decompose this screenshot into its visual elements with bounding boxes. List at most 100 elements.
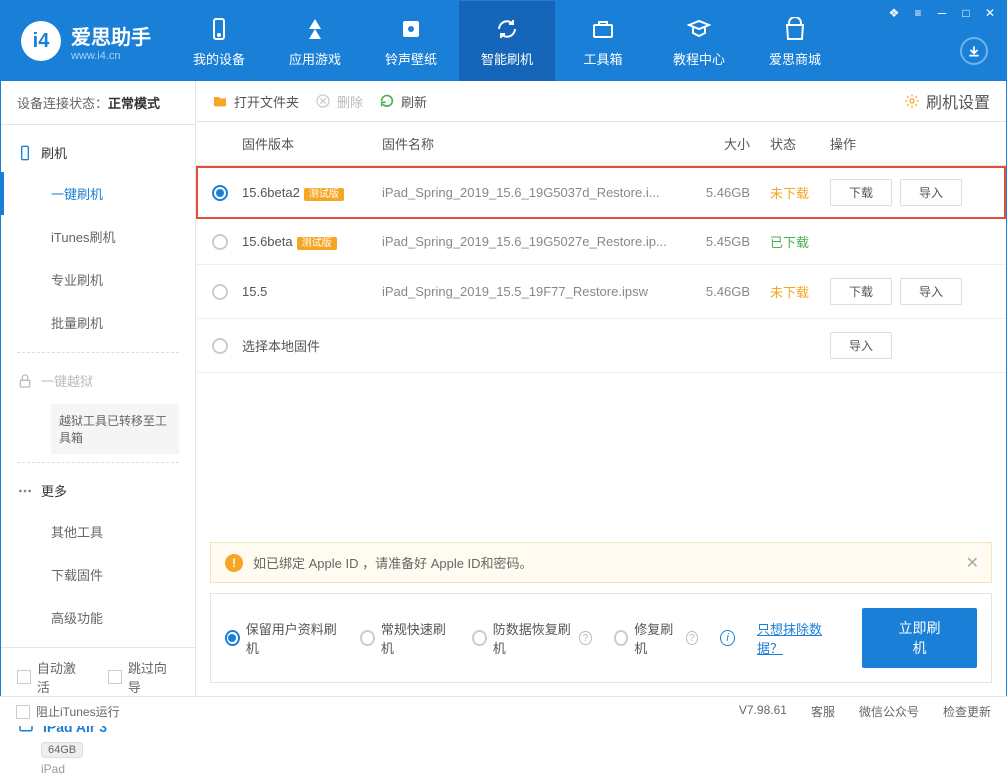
- download-button[interactable]: 下载: [830, 278, 892, 305]
- check-update-link[interactable]: 检查更新: [943, 703, 991, 720]
- info-icon[interactable]: i: [720, 630, 735, 646]
- import-button[interactable]: 导入: [900, 278, 962, 305]
- flash-settings-button[interactable]: 刷机设置: [904, 89, 990, 113]
- version-text: 15.5: [242, 284, 267, 299]
- import-button[interactable]: 导入: [830, 332, 892, 359]
- sidebar-item-pro-flash[interactable]: 专业刷机: [1, 258, 195, 301]
- nav-tab-tutorial[interactable]: 教程中心: [651, 1, 747, 81]
- table-header: 固件版本 固件名称 大小 状态 操作: [196, 122, 1006, 166]
- device-type: iPad: [41, 762, 179, 776]
- logo-icon: i4: [21, 21, 61, 61]
- firmware-name: iPad_Spring_2019_15.5_19F77_Restore.ipsw: [382, 284, 675, 299]
- status-text: 已下载: [750, 232, 830, 251]
- beta-badge: 测试版: [304, 188, 344, 201]
- support-link[interactable]: 客服: [811, 703, 835, 720]
- erase-data-link[interactable]: 只想抹除数据？: [757, 619, 840, 657]
- delete-button[interactable]: 删除: [315, 92, 363, 111]
- notice-close-button[interactable]: ✕: [966, 553, 979, 573]
- table-row[interactable]: 15.5 iPad_Spring_2019_15.5_19F77_Restore…: [196, 265, 1006, 319]
- nav-tab-flash[interactable]: 智能刷机: [459, 1, 555, 81]
- jailbreak-note: 越狱工具已转移至工具箱: [51, 404, 179, 454]
- sidebar-item-batch-flash[interactable]: 批量刷机: [1, 301, 195, 344]
- app-header: i4 爱思助手 www.i4.cn 我的设备 应用游戏 铃声壁纸 智能刷机 工具…: [1, 1, 1006, 81]
- notice-bar: ! 如已绑定 Apple ID ，请准备好 Apple ID和密码。 ✕: [210, 542, 992, 583]
- download-button[interactable]: 下载: [830, 179, 892, 206]
- app-title: 爱思助手: [71, 21, 151, 50]
- status-text: 未下载: [750, 282, 830, 301]
- tutorial-icon: [685, 15, 713, 43]
- block-itunes-checkbox[interactable]: [16, 705, 30, 719]
- flash-radio[interactable]: [360, 630, 375, 646]
- store-icon: [781, 15, 809, 43]
- row-radio[interactable]: [212, 338, 228, 354]
- close-icon[interactable]: ✕: [982, 5, 998, 21]
- folder-icon: [212, 93, 228, 109]
- menu-icon[interactable]: ≡: [910, 5, 926, 21]
- sidebar-item-other-tools[interactable]: 其他工具: [1, 510, 195, 553]
- sidebar-item-download-firmware[interactable]: 下载固件: [1, 553, 195, 596]
- download-badge-icon[interactable]: [960, 37, 988, 65]
- skip-guide-checkbox[interactable]: [108, 670, 122, 684]
- delete-icon: [315, 93, 331, 109]
- flash-options: 保留用户资料刷机常规快速刷机防数据恢复刷机? 修复刷机? i 只想抹除数据？ 立即…: [210, 593, 992, 683]
- flash-radio[interactable]: [225, 630, 240, 646]
- size-text: 5.45GB: [675, 234, 750, 249]
- sidebar-item-itunes-flash[interactable]: iTunes刷机: [1, 215, 195, 258]
- status-text: 未下载: [750, 183, 830, 202]
- sidebar: 设备连接状态：正常模式 刷机 一键刷机 iTunes刷机 专业刷机 批量刷机 一…: [1, 81, 196, 697]
- refresh-button[interactable]: 刷新: [379, 92, 427, 111]
- toolbar: 打开文件夹 删除 刷新 刷机设置: [196, 81, 1006, 122]
- firmware-name: iPad_Spring_2019_15.6_19G5027e_Restore.i…: [382, 234, 675, 249]
- nav-tab-device[interactable]: 我的设备: [171, 1, 267, 81]
- row-radio[interactable]: [212, 234, 228, 250]
- maximize-icon[interactable]: □: [958, 5, 974, 21]
- version-label: V7.98.61: [739, 703, 787, 720]
- version-text: 15.6beta: [242, 234, 293, 249]
- flash-now-button[interactable]: 立即刷机: [862, 608, 977, 668]
- open-folder-button[interactable]: 打开文件夹: [212, 92, 299, 111]
- nav-tab-ringtones[interactable]: 铃声壁纸: [363, 1, 459, 81]
- lock-icon: [17, 373, 33, 389]
- phone-refresh-icon: [17, 145, 33, 161]
- apps-icon: [301, 15, 329, 43]
- nav-tab-apps[interactable]: 应用游戏: [267, 1, 363, 81]
- table-row[interactable]: 15.6beta测试版 iPad_Spring_2019_15.6_19G502…: [196, 219, 1006, 265]
- version-text: 选择本地固件: [242, 339, 320, 354]
- flash-option[interactable]: 常规快速刷机: [360, 619, 450, 657]
- firmware-name: iPad_Spring_2019_15.6_19G5037d_Restore.i…: [382, 185, 675, 200]
- refresh-icon: [379, 93, 395, 109]
- sidebar-item-advanced[interactable]: 高级功能: [1, 596, 195, 639]
- music-icon: [397, 15, 425, 43]
- warning-icon: !: [225, 554, 243, 572]
- row-radio[interactable]: [212, 284, 228, 300]
- help-icon[interactable]: ?: [686, 631, 699, 645]
- device-status: 设备连接状态：正常模式: [1, 81, 195, 125]
- flash-radio[interactable]: [614, 630, 629, 646]
- theme-icon[interactable]: ❖: [886, 5, 902, 21]
- flash-radio[interactable]: [472, 630, 487, 646]
- table-row[interactable]: 选择本地固件 导入: [196, 319, 1006, 373]
- sidebar-section-more[interactable]: 更多: [1, 471, 195, 510]
- flash-icon: [493, 15, 521, 43]
- auto-activate-checkbox[interactable]: [17, 670, 31, 684]
- size-text: 5.46GB: [675, 284, 750, 299]
- flash-option[interactable]: 防数据恢复刷机?: [472, 619, 592, 657]
- app-url: www.i4.cn: [71, 50, 151, 62]
- device-storage: 64GB: [41, 742, 83, 758]
- import-button[interactable]: 导入: [900, 179, 962, 206]
- table-body: 15.6beta2测试版 iPad_Spring_2019_15.6_19G50…: [196, 166, 1006, 373]
- logo-area: i4 爱思助手 www.i4.cn: [1, 21, 171, 62]
- help-icon[interactable]: ?: [579, 631, 592, 645]
- sidebar-section-jailbreak: 一键越狱: [1, 361, 195, 400]
- flash-option[interactable]: 保留用户资料刷机: [225, 619, 338, 657]
- flash-option[interactable]: 修复刷机?: [614, 619, 699, 657]
- nav-tab-store[interactable]: 爱思商城: [747, 1, 843, 81]
- table-row[interactable]: 15.6beta2测试版 iPad_Spring_2019_15.6_19G50…: [196, 166, 1006, 219]
- size-text: 5.46GB: [675, 185, 750, 200]
- minimize-icon[interactable]: ─: [934, 5, 950, 21]
- wechat-link[interactable]: 微信公众号: [859, 703, 919, 720]
- row-radio[interactable]: [212, 185, 228, 201]
- nav-tab-toolbox[interactable]: 工具箱: [555, 1, 651, 81]
- sidebar-section-flash[interactable]: 刷机: [1, 133, 195, 172]
- sidebar-item-oneclick-flash[interactable]: 一键刷机: [1, 172, 195, 215]
